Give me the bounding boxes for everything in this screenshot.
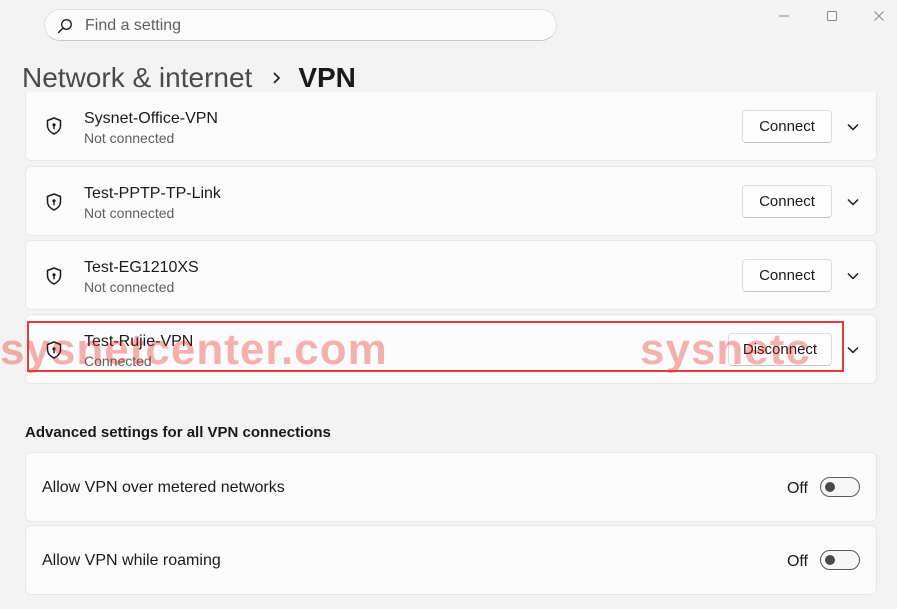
minimize-button[interactable] bbox=[774, 6, 794, 26]
shield-icon bbox=[46, 193, 62, 211]
roaming-toggle[interactable] bbox=[820, 550, 860, 570]
vpn-name: Sysnet-Office-VPN bbox=[84, 110, 218, 127]
setting-metered-networks: Allow VPN over metered networks Off bbox=[25, 452, 877, 522]
chevron-down-icon[interactable] bbox=[846, 195, 860, 209]
vpn-name: Test-Rujie-VPN bbox=[84, 333, 194, 350]
vpn-connection-card[interactable]: Test-EG1210XS Not connected Connect bbox=[25, 240, 877, 310]
vpn-name: Test-PPTP-TP-Link bbox=[84, 185, 221, 202]
shield-icon bbox=[46, 341, 62, 359]
vpn-status: Not connected bbox=[84, 279, 175, 295]
vpn-status: Not connected bbox=[84, 130, 175, 146]
vpn-name: Test-EG1210XS bbox=[84, 259, 199, 276]
chevron-right-icon bbox=[273, 72, 281, 84]
minimize-icon bbox=[779, 15, 789, 17]
maximize-button[interactable] bbox=[822, 6, 842, 26]
connect-button[interactable]: Connect bbox=[742, 110, 832, 143]
setting-label: Allow VPN over metered networks bbox=[42, 479, 285, 496]
chevron-down-icon[interactable] bbox=[846, 120, 860, 134]
shield-icon bbox=[46, 117, 62, 135]
vpn-status: Connected bbox=[84, 353, 152, 369]
shield-icon bbox=[46, 267, 62, 285]
vpn-connection-card[interactable]: Test-Rujie-VPN Connected Disconnect bbox=[25, 314, 877, 384]
connect-button[interactable]: Connect bbox=[742, 259, 832, 292]
disconnect-button[interactable]: Disconnect bbox=[728, 333, 832, 366]
close-icon bbox=[874, 11, 884, 21]
search-box[interactable] bbox=[44, 9, 557, 41]
toggle-state-label: Off bbox=[786, 553, 808, 570]
vpn-status: Not connected bbox=[84, 205, 175, 221]
vpn-connection-card[interactable]: Test-PPTP-TP-Link Not connected Connect bbox=[25, 166, 877, 236]
search-input[interactable] bbox=[83, 14, 547, 38]
chevron-down-icon[interactable] bbox=[846, 343, 860, 357]
setting-label: Allow VPN while roaming bbox=[42, 552, 221, 569]
page-title: VPN bbox=[298, 62, 356, 93]
vpn-connection-card[interactable]: Sysnet-Office-VPN Not connected Connect bbox=[25, 92, 877, 161]
metered-networks-toggle[interactable] bbox=[820, 477, 860, 497]
breadcrumb-parent-link[interactable]: Network & internet bbox=[22, 62, 252, 94]
maximize-icon bbox=[827, 11, 837, 21]
toggle-knob bbox=[825, 555, 835, 565]
close-button[interactable] bbox=[869, 6, 889, 26]
toggle-knob bbox=[825, 482, 835, 492]
section-title: Advanced settings for all VPN connection… bbox=[25, 424, 331, 441]
chevron-down-icon[interactable] bbox=[846, 269, 860, 283]
search-icon bbox=[57, 19, 72, 34]
connect-button[interactable]: Connect bbox=[742, 185, 832, 218]
toggle-state-label: Off bbox=[786, 480, 808, 497]
setting-roaming: Allow VPN while roaming Off bbox=[25, 525, 877, 595]
